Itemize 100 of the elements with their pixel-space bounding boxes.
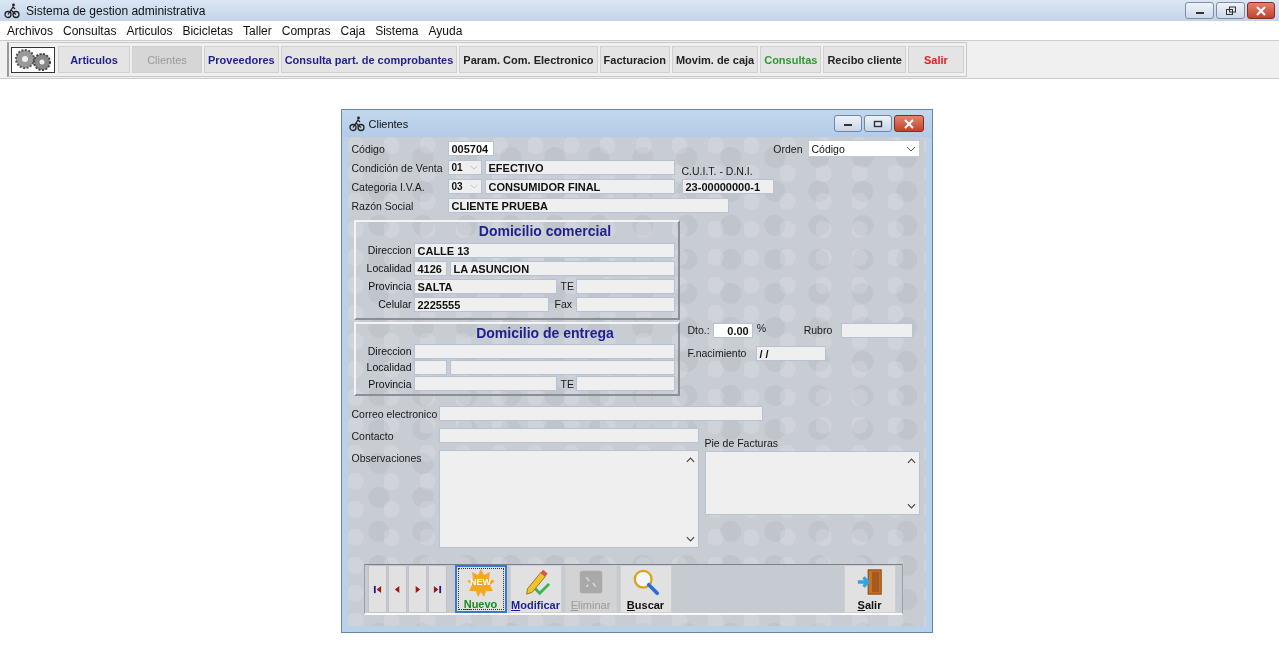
menu-item[interactable]: Ayuda xyxy=(423,23,468,38)
cyclist-icon xyxy=(348,115,365,132)
cyclist-icon xyxy=(4,2,20,19)
skip-arrow-icon xyxy=(372,584,382,594)
input-field[interactable] xyxy=(413,376,557,392)
chevron-down-icon xyxy=(469,165,478,170)
input-field[interactable]: CALLE 13 xyxy=(413,242,675,258)
toolbar-button[interactable]: Salir xyxy=(907,46,964,73)
menu-item[interactable]: Consultas xyxy=(58,23,122,38)
minimize-button[interactable] xyxy=(1185,2,1214,19)
group-title: Domicilio comercial xyxy=(478,223,612,239)
toolbar-button[interactable]: Facturacion xyxy=(599,46,670,73)
unit-label: % xyxy=(756,322,768,334)
close-icon xyxy=(902,118,915,129)
field-label: Dto.: xyxy=(687,324,710,336)
order-dropdown[interactable]: Código xyxy=(807,140,920,157)
maximize-icon xyxy=(871,119,884,128)
restore-icon xyxy=(1224,5,1237,16)
toolbar-button[interactable]: Param. Com. Electronico xyxy=(459,46,598,73)
field-label: Categoria I.V.A. xyxy=(351,180,426,193)
input-field[interactable] xyxy=(449,360,675,375)
input-field[interactable]: CLIENTE PRUEBA xyxy=(447,198,729,213)
new-button[interactable]: NEW Nuevo xyxy=(454,565,507,613)
toolbar-button[interactable]: Recibo cliente xyxy=(823,46,906,73)
group-title: Domicilio de entrega xyxy=(476,325,614,341)
menu-item[interactable]: Taller xyxy=(238,23,277,38)
field-label: Rubro xyxy=(803,324,834,336)
input-field[interactable] xyxy=(413,360,447,375)
close-button[interactable] xyxy=(1247,2,1275,19)
starburst-icon xyxy=(465,568,496,598)
field-label: Localidad xyxy=(365,262,413,274)
skip-arrow-icon xyxy=(432,584,442,594)
field-label: TE xyxy=(559,377,575,390)
maximize-button[interactable] xyxy=(863,115,892,132)
menu-item[interactable]: Caja xyxy=(335,23,371,38)
menu-item[interactable]: Sistema xyxy=(370,23,424,38)
input-field[interactable] xyxy=(413,343,675,359)
chevron-down-icon xyxy=(469,184,478,189)
scroll-up-icon xyxy=(685,457,695,463)
dialog-title: Clientes xyxy=(368,117,409,130)
toolbar-button[interactable]: Movim. de caja xyxy=(671,46,759,73)
input-field[interactable]: 0.00 xyxy=(712,322,753,338)
input-field[interactable] xyxy=(575,296,675,312)
field-label: Direccion xyxy=(366,345,413,358)
field-label: Correo electronico xyxy=(351,407,439,420)
gears-drawing xyxy=(11,46,55,73)
scroll-up-icon xyxy=(906,458,916,464)
input-field[interactable]: 23-00000000-1 xyxy=(681,179,774,194)
search-button[interactable]: Buscar xyxy=(619,565,672,613)
field-label: Direccion xyxy=(366,244,413,256)
input-field[interactable] xyxy=(575,278,675,294)
field-label: Observaciones xyxy=(351,452,423,464)
date-field[interactable]: / / xyxy=(755,345,826,361)
field-label: Orden xyxy=(773,142,803,155)
restore-button[interactable] xyxy=(1216,2,1245,19)
edit-button[interactable]: Modificar xyxy=(509,565,562,613)
field-label: Razón Social xyxy=(351,199,415,212)
input-field[interactable]: LA ASUNCION xyxy=(449,260,675,276)
exit-button[interactable]: Salir xyxy=(843,565,896,613)
chevron-down-icon xyxy=(905,145,916,152)
field-label: Fax xyxy=(553,298,573,310)
input-field[interactable] xyxy=(575,376,675,392)
input-field[interactable]: 4126 xyxy=(413,260,447,276)
field-label: TE xyxy=(559,280,575,292)
field-label: Código xyxy=(351,142,386,155)
first-record-button[interactable] xyxy=(367,565,387,613)
menu-item[interactable]: Compras xyxy=(276,23,336,38)
search-icon xyxy=(631,568,660,596)
input-field[interactable]: CONSUMIDOR FINAL xyxy=(484,179,675,194)
menu-item[interactable]: Archivos xyxy=(2,23,58,38)
menu-item[interactable]: Bicicletas xyxy=(177,23,239,38)
text-area[interactable] xyxy=(704,451,920,515)
field-label: Contacto xyxy=(351,429,395,442)
close-icon xyxy=(1255,5,1267,16)
input-field[interactable]: 2225555 xyxy=(413,296,549,312)
door-arrow-icon xyxy=(855,568,884,596)
toolbar-button[interactable]: Consulta part. de comprobantes xyxy=(280,46,458,73)
field-label: C.U.I.T. - D.N.I. xyxy=(681,164,753,177)
code-dropdown[interactable]: 03 xyxy=(447,179,482,194)
last-record-button[interactable] xyxy=(427,565,447,613)
input-field[interactable]: SALTA xyxy=(413,278,557,294)
toolbar-button[interactable]: Proveedores xyxy=(204,46,279,73)
field-label: Provincia xyxy=(367,377,413,390)
field-label: Localidad xyxy=(365,361,413,374)
menu-item[interactable]: Articulos xyxy=(121,23,178,38)
close-button[interactable] xyxy=(893,115,924,132)
input-field[interactable] xyxy=(438,406,763,421)
field-label: Provincia xyxy=(367,280,413,292)
scroll-down-icon xyxy=(685,536,695,542)
field-label: Celular xyxy=(377,298,413,310)
input-field[interactable]: 005704 xyxy=(447,141,494,156)
scroll-down-icon xyxy=(906,503,916,509)
text-area[interactable] xyxy=(438,450,699,548)
input-field[interactable] xyxy=(840,322,913,338)
code-dropdown[interactable]: 01 xyxy=(447,160,482,175)
toolbar-button[interactable]: Articulos xyxy=(58,46,130,73)
field-label: F.nacimiento xyxy=(687,347,748,359)
input-field[interactable] xyxy=(438,428,699,443)
minimize-button[interactable] xyxy=(833,115,862,132)
input-field[interactable]: EFECTIVO xyxy=(484,160,675,175)
